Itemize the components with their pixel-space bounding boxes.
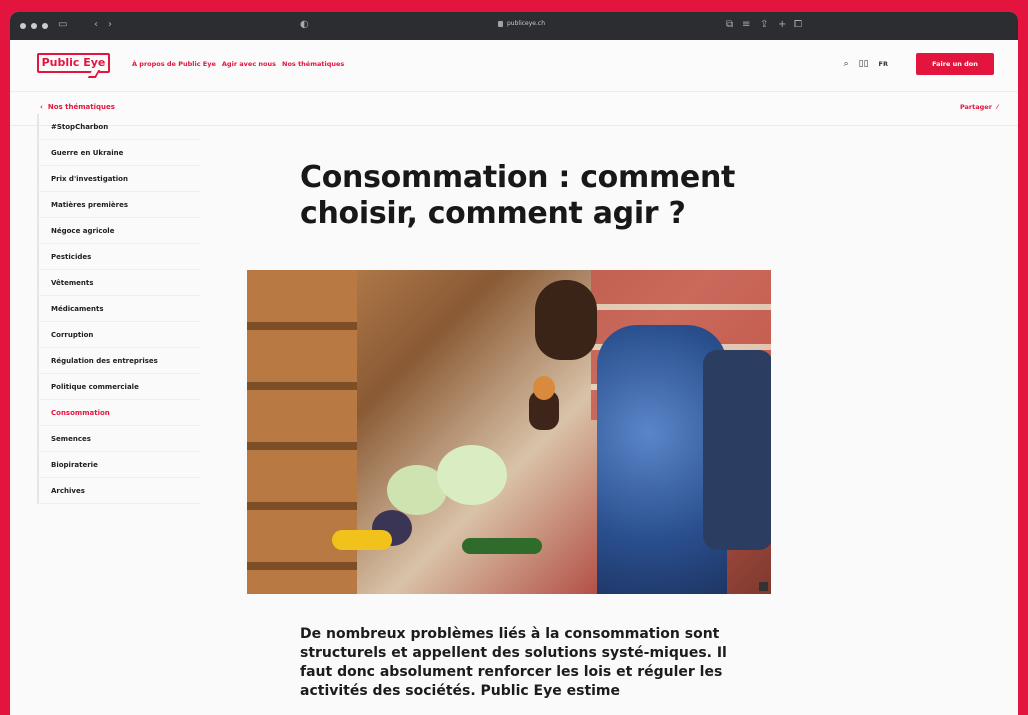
browser-titlebar: ▭ ‹ › ◐ publiceye.ch ⧉ ≡ ⇪ + ⧠	[10, 12, 1018, 40]
new-tab-icon[interactable]: +	[778, 19, 786, 30]
sidebar-item[interactable]: Pesticides	[39, 244, 200, 270]
sidebar-item[interactable]: Prix d'investigation	[39, 166, 200, 192]
sidebar-item[interactable]: Politique commerciale	[39, 374, 200, 400]
main-nav: À propos de Public Eye Agir avec nous No…	[132, 60, 344, 68]
address-bar[interactable]: publiceye.ch	[498, 20, 545, 27]
page-title: Consommation : comment choisir, comment …	[300, 160, 736, 231]
privacy-shield-icon[interactable]: ◐	[300, 19, 309, 30]
banana-graphic	[332, 530, 392, 550]
sidebar-item[interactable]: Corruption	[39, 322, 200, 348]
hero-image	[247, 270, 771, 594]
sidebar-item[interactable]: Matières premières	[39, 192, 200, 218]
cauliflower-graphic	[437, 445, 507, 505]
close-dot-icon[interactable]	[20, 23, 26, 29]
back-link-label: Nos thématiques	[47, 103, 115, 111]
sidebar-item[interactable]: Biopiraterie	[39, 452, 200, 478]
site-header: Public Eye À propos de Public Eye Agir a…	[10, 40, 1018, 92]
article-lead: De nombreux problèmes liés à la consomma…	[300, 626, 727, 699]
shopper-head	[535, 280, 597, 360]
search-icon[interactable]: ⌕	[844, 59, 849, 69]
reader-icon[interactable]: ⧉	[726, 19, 733, 30]
back-link[interactable]: ‹ Nos thématiques	[40, 103, 115, 111]
donate-button[interactable]: Faire un don	[916, 53, 994, 75]
pencil-icon: ⁄	[996, 103, 998, 111]
share-link[interactable]: Partager ⁄	[960, 103, 998, 111]
onion-graphic	[533, 376, 555, 400]
header-actions: ⌕ ▯▯ FR Faire un don	[844, 53, 994, 75]
nav-link-topics[interactable]: Nos thématiques	[282, 60, 344, 68]
language-switch[interactable]: FR	[879, 60, 888, 68]
window-controls[interactable]	[20, 23, 48, 29]
forward-arrow-icon[interactable]: ›	[108, 19, 112, 30]
zoom-dot-icon[interactable]	[42, 23, 48, 29]
nav-link-about[interactable]: À propos de Public Eye	[132, 60, 216, 68]
minimize-dot-icon[interactable]	[31, 23, 37, 29]
share-icon[interactable]: ⇪	[760, 19, 768, 30]
zucchini-graphic	[462, 538, 542, 554]
url-text: publiceye.ch	[507, 20, 545, 27]
menu-icon[interactable]: ≡	[742, 19, 750, 30]
sidebar-item[interactable]: Guerre en Ukraine	[39, 140, 200, 166]
sidebar-item[interactable]: Semences	[39, 426, 200, 452]
sidebar-item[interactable]: Médicaments	[39, 296, 200, 322]
tabs-overview-icon[interactable]: ⧠	[794, 19, 802, 30]
sidebar-item[interactable]: #StopCharbon	[39, 114, 200, 140]
sidebar-item[interactable]: Archives	[39, 478, 200, 504]
share-label: Partager	[959, 103, 992, 111]
nav-link-act[interactable]: Agir avec nous	[222, 60, 276, 68]
sidebar-toggle-icon[interactable]: ▭	[58, 19, 67, 30]
sidebar-item[interactable]: Négoce agricole	[39, 218, 200, 244]
lock-icon	[498, 20, 503, 27]
sidebar-item[interactable]: Vêtements	[39, 270, 200, 296]
topics-sidebar: #StopCharbon Guerre en Ukraine Prix d'in…	[37, 114, 200, 504]
back-arrow-icon[interactable]: ‹	[94, 19, 98, 30]
sidebar-item-active[interactable]: Consommation	[39, 400, 200, 426]
image-info-icon[interactable]	[759, 582, 768, 591]
backpack-graphic	[703, 350, 771, 550]
book-icon[interactable]: ▯▯	[859, 59, 869, 69]
sidebar-item[interactable]: Régulation des entreprises	[39, 348, 200, 374]
chevron-left-icon: ‹	[40, 103, 43, 111]
